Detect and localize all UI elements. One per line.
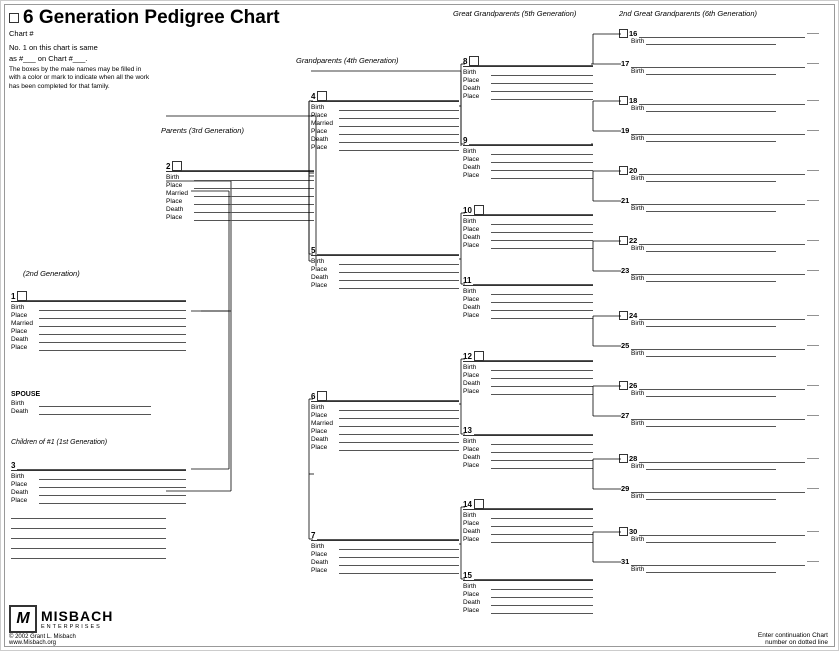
person-22: 22 —— Birth (619, 236, 819, 252)
person-10: 10 Birth Place Death Place (463, 205, 593, 250)
person-20: 20 —— Birth (619, 166, 819, 182)
spouse-block: SPOUSE Birth Death (11, 391, 151, 416)
gen3-label: Parents (3rd Generation) (161, 126, 244, 135)
gen4-label: Grandparents (4th Generation) (296, 56, 399, 65)
page-title: 6 Generation Pedigree Chart (23, 7, 280, 29)
person-11: 11 Birth Place Death Place (463, 276, 593, 320)
person-18: 18 —— Birth (619, 96, 819, 112)
person-3: 3 Birth Place Death Place (11, 461, 186, 505)
person-4: 4 Birth Place Married Place Death Place (311, 91, 459, 152)
person-31: 31 —— Birth (619, 557, 819, 573)
person-5: 5 Birth Place Death Place (311, 246, 459, 290)
person-15: 15 Birth Place Death Place (463, 571, 593, 615)
children-label: Children of #1 (1st Generation) (11, 439, 156, 446)
note-text: The boxes by the male names may be fille… (9, 66, 154, 91)
chart-number-label: Chart # (9, 29, 34, 38)
gen2-label: (2nd Generation) (23, 269, 80, 278)
person-21: 21 —— Birth (619, 196, 819, 212)
person-27: 27 —— Birth (619, 411, 819, 427)
person-23: 23 —— Birth (619, 266, 819, 282)
info-text: No. 1 on this chart is same as #___ on C… (9, 43, 98, 64)
logo-main: MISBACH (41, 608, 113, 624)
gen5-label: Great Grandparents (5th Generation) (453, 9, 576, 18)
person-26: 26 —— Birth (619, 381, 819, 397)
chart-number-box (9, 13, 19, 23)
person-25: 25 —— Birth (619, 341, 819, 357)
pedigree-chart-page: 6 Generation Pedigree Chart Chart # No. … (0, 0, 839, 651)
person-13: 13 Birth Place Death Place (463, 426, 593, 470)
logo-website: www.Misbach.org (9, 640, 113, 646)
person-6: 6 Birth Place Married Place Death Place (311, 391, 459, 452)
bottom-note: Enter continuation Chart number on dotte… (758, 632, 828, 646)
logo-area: M MISBACH ENTERPRISES © 2002 Grant L. Mi… (9, 605, 113, 646)
logo-sub: ENTERPRISES (41, 624, 113, 630)
person-28: 28 —— Birth (619, 454, 819, 470)
spouse-label: SPOUSE (11, 391, 151, 398)
person-1: 1 Birth Place Married Place Death Place (11, 291, 186, 352)
person-30: 30 —— Birth (619, 527, 819, 543)
person-7: 7 Birth Place Death Place (311, 531, 459, 575)
person-24: 24 —— Birth (619, 311, 819, 327)
person-9: 9 Birth Place Death Place (463, 136, 593, 180)
person-19: 19 —— Birth (619, 126, 819, 142)
person-2: 2 Birth Place Married Place Death Place (166, 161, 314, 222)
person-8: 8 Birth Place Death Place (463, 56, 593, 101)
gen6-label: 2nd Great Grandparents (6th Generation) (619, 9, 757, 18)
person-29: 29 —— Birth (619, 484, 819, 500)
person-12: 12 Birth Place Death Place (463, 351, 593, 396)
person-14: 14 Birth Place Death Place (463, 499, 593, 544)
person-17: 17 —— Birth (619, 59, 819, 75)
person-16: 16 —— Birth (619, 29, 819, 45)
